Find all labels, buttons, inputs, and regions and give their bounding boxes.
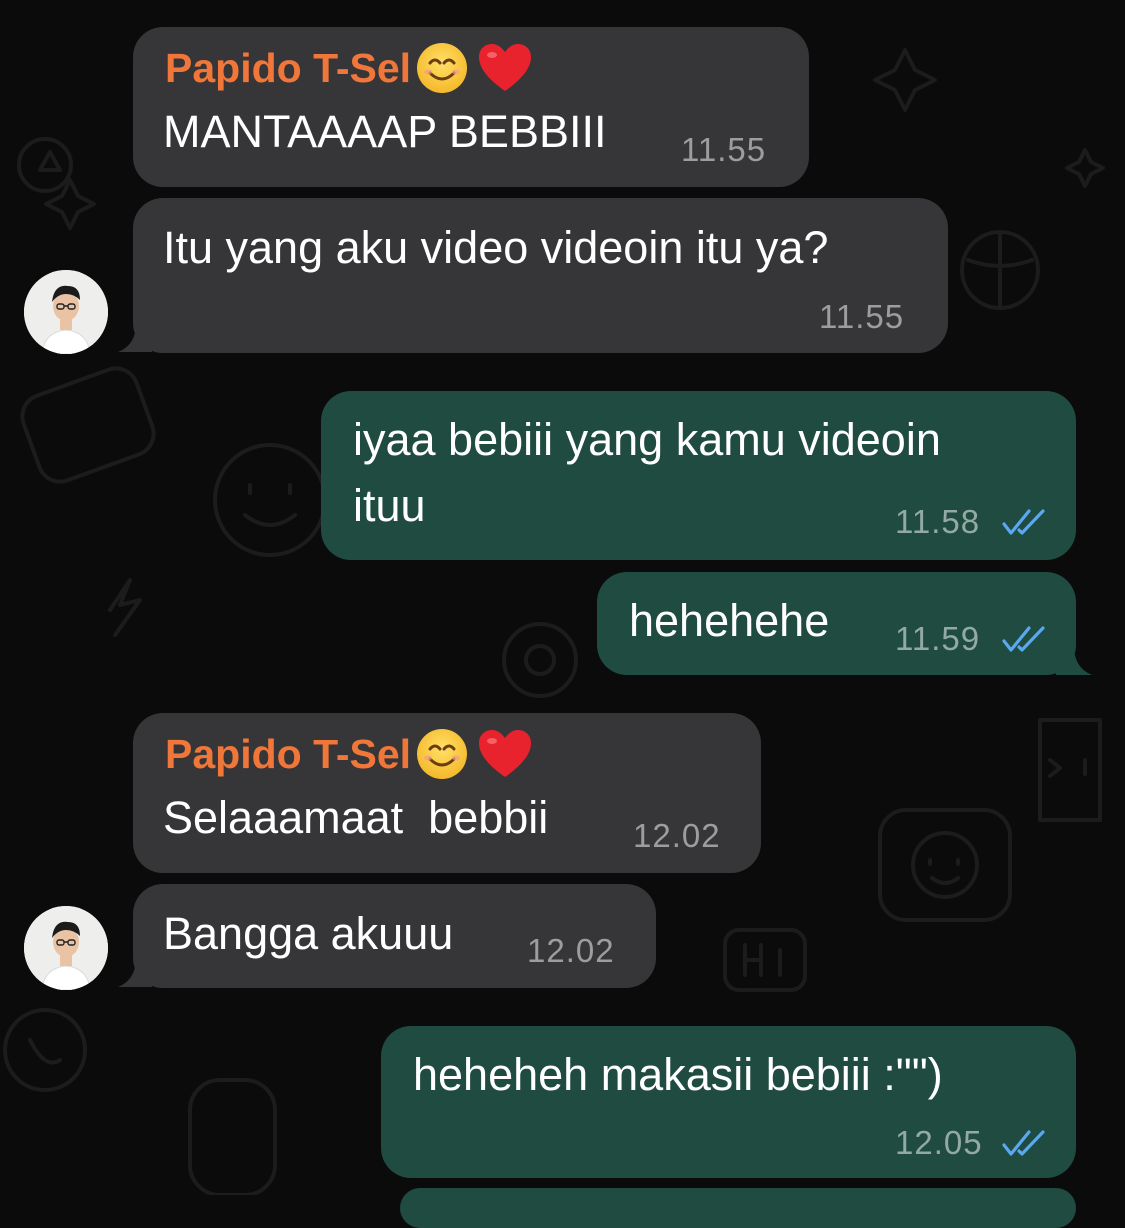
message-bubble-incoming[interactable]: Bangga akuuu 12.02 bbox=[133, 884, 656, 988]
message-bubble-incoming[interactable]: Papido T-Sel Selaaamaat bebbii 12.02 bbox=[133, 713, 761, 873]
double-check-icon bbox=[1002, 509, 1045, 535]
sender-name[interactable]: Papido T-Sel bbox=[165, 41, 533, 95]
message-text: heheheh makasii bebiii :"") bbox=[413, 1049, 943, 1100]
bubble-tail bbox=[1056, 640, 1092, 675]
message-timestamp: 11.55 bbox=[819, 298, 905, 335]
message-text: Selaaamaat bebbii bbox=[163, 792, 549, 843]
message-bubble-outgoing[interactable]: hehehehe 11.59 bbox=[597, 572, 1076, 675]
message-timestamp: 12.02 bbox=[527, 932, 615, 969]
message-timestamp: 12.05 bbox=[895, 1124, 983, 1161]
smiling-face-emoji-icon bbox=[417, 729, 468, 779]
message-bubble-outgoing[interactable]: heheheh makasii bebiii :"") 12.05 bbox=[381, 1026, 1076, 1178]
message-timestamp: 11.58 bbox=[895, 503, 981, 540]
message-text: Bangga akuuu bbox=[163, 908, 454, 959]
message-timestamp: 11.55 bbox=[681, 131, 767, 168]
red-heart-emoji-icon bbox=[479, 44, 532, 91]
smiling-face-emoji-icon bbox=[417, 43, 468, 93]
message-bubble-outgoing[interactable]: iyaa bebiii yang kamu videoin ituu 11.58 bbox=[321, 391, 1076, 560]
red-heart-emoji-icon bbox=[479, 730, 532, 777]
message-bubble-incoming[interactable]: Papido T-Sel MANTAAAAP BEBBIII 11.55 bbox=[133, 27, 809, 187]
double-check-icon bbox=[1002, 1130, 1045, 1156]
sender-name-label: Papido T-Sel bbox=[165, 730, 412, 777]
message-text: MANTAAAAP BEBBIII bbox=[163, 106, 607, 157]
contact-avatar[interactable] bbox=[24, 270, 108, 354]
message-bubble-outgoing-partial[interactable] bbox=[400, 1188, 1076, 1228]
contact-avatar[interactable] bbox=[24, 906, 108, 990]
message-text: iyaa bebiii yang kamu videoin ituu bbox=[353, 414, 941, 531]
message-text: Itu yang aku video videoin itu ya? bbox=[163, 222, 829, 273]
sender-name[interactable]: Papido T-Sel bbox=[165, 727, 533, 781]
message-timestamp: 12.02 bbox=[633, 817, 721, 854]
message-bubble-incoming[interactable]: Itu yang aku video videoin itu ya? 11.55 bbox=[133, 198, 948, 353]
avatar-image bbox=[24, 270, 108, 354]
avatar-image bbox=[24, 906, 108, 990]
sender-name-label: Papido T-Sel bbox=[165, 44, 412, 91]
message-timestamp: 11.59 bbox=[895, 620, 981, 657]
message-text: hehehehe bbox=[629, 595, 830, 646]
double-check-icon bbox=[1002, 626, 1045, 652]
